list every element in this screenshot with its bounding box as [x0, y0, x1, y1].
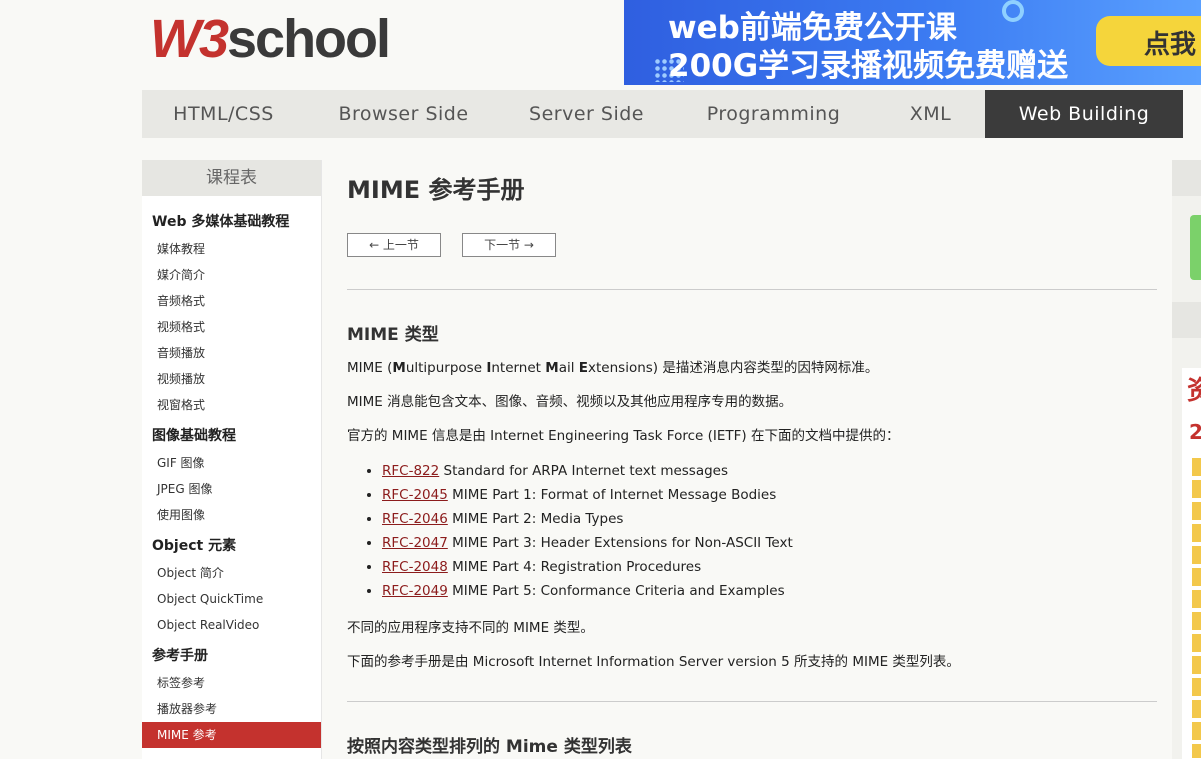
banner-subheadline: 200G学习录播视频免费赠送 [668, 48, 1069, 84]
list-item: RFC-822 Standard for ARPA Internet text … [382, 459, 1157, 483]
right-ad-bars-decoration [1192, 458, 1201, 758]
rfc-822-link[interactable]: RFC-822 [382, 463, 439, 479]
next-section-button[interactable]: 下一节 → [462, 233, 556, 257]
nav-programming[interactable]: Programming [671, 90, 876, 138]
rfc-2048-link[interactable]: RFC-2048 [382, 559, 448, 575]
nav-web-building[interactable]: Web Building [985, 90, 1183, 138]
sidebar-group-object: Object 元素 [152, 538, 237, 554]
sidebar-group-reference: 参考手册 [152, 648, 208, 664]
course-sidebar: 课程表 Web 多媒体基础教程 媒体教程 媒介简介 音频格式 视频格式 音频播放… [142, 160, 322, 759]
sidebar-link-object-intro[interactable]: Object 简介 [142, 560, 321, 586]
sidebar-link-object-quicktime[interactable]: Object QuickTime [142, 586, 321, 612]
green-button-edge[interactable] [1190, 215, 1201, 280]
logo-school: school [227, 9, 391, 69]
ietf-paragraph: 官方的 MIME 信息是由 Internet Engineering Task … [347, 428, 900, 444]
sidebar-link-using-images[interactable]: 使用图像 [142, 502, 321, 528]
list-item: RFC-2048 MIME Part 4: Registration Proce… [382, 555, 1157, 579]
right-sidebar-header [1172, 160, 1201, 196]
sidebar-link-audio-playback[interactable]: 音频播放 [142, 340, 321, 366]
nav-browser-side[interactable]: Browser Side [305, 90, 502, 138]
list-item: RFC-2045 MIME Part 1: Format of Internet… [382, 483, 1157, 507]
nav-xml[interactable]: XML [876, 90, 985, 138]
page-title: MIME 参考手册 [347, 176, 525, 204]
main-nav: HTML/CSS Browser Side Server Side Progra… [142, 90, 1183, 138]
sidebar-heading: 课程表 [142, 160, 321, 196]
list-item: RFC-2049 MIME Part 5: Conformance Criter… [382, 579, 1157, 603]
reference-paragraph: 下面的参考手册是由 Microsoft Internet Information… [347, 654, 960, 670]
list-item: RFC-2046 MIME Part 2: Media Types [382, 507, 1157, 531]
sidebar-link-jpeg[interactable]: JPEG 图像 [142, 476, 321, 502]
sidebar-link-object-realvideo[interactable]: Object RealVideo [142, 612, 321, 638]
list-item: RFC-2047 MIME Part 3: Header Extensions … [382, 531, 1157, 555]
nav-server-side[interactable]: Server Side [502, 90, 671, 138]
divider [347, 289, 1157, 290]
right-ad-text: 资 [1187, 376, 1201, 406]
sidebar-link-player-reference[interactable]: 播放器参考 [142, 696, 321, 722]
rfc-2047-link[interactable]: RFC-2047 [382, 535, 448, 551]
banner-cta-button[interactable]: 点我 [1096, 16, 1201, 66]
sidebar-link-mime-reference[interactable]: MIME 参考 [142, 722, 321, 748]
section-title-mime-list: 按照内容类型排列的 Mime 类型列表 [347, 737, 632, 757]
logo-w3: W3 [150, 9, 229, 69]
main-content: MIME 参考手册 ← 上一节 下一节 → MIME 类型 MIME (Multi… [347, 160, 1157, 757]
sidebar-link-audio-formats[interactable]: 音频格式 [142, 288, 321, 314]
sidebar-group-images: 图像基础教程 [152, 428, 236, 444]
rfc-2045-link[interactable]: RFC-2045 [382, 487, 448, 503]
right-sidebar: 资 2 [1172, 160, 1201, 759]
divider [347, 701, 1157, 702]
right-sidebar-header-2 [1172, 302, 1201, 338]
w3school-logo[interactable]: W3school [150, 9, 391, 69]
right-ad[interactable]: 资 2 [1182, 368, 1201, 759]
sidebar-link-video-formats[interactable]: 视频格式 [142, 314, 321, 340]
sidebar-link-media-intro[interactable]: 媒介简介 [142, 262, 321, 288]
rfc-list: RFC-822 Standard for ARPA Internet text … [347, 459, 1157, 603]
intro-paragraph: MIME (Multipurpose Internet Mail Extensi… [347, 360, 879, 376]
rfc-2046-link[interactable]: RFC-2046 [382, 511, 448, 527]
ad-banner[interactable]: web前端免费公开课 200G学习录播视频免费赠送 点我 [624, 0, 1201, 85]
content-paragraph: MIME 消息能包含文本、图像、音频、视频以及其他应用程序专用的数据。 [347, 394, 793, 410]
sidebar-link-video-playback[interactable]: 视频播放 [142, 366, 321, 392]
banner-ring-decoration [1002, 0, 1024, 22]
section-title-mime-types: MIME 类型 [347, 325, 439, 345]
support-paragraph: 不同的应用程序支持不同的 MIME 类型。 [347, 620, 594, 636]
rfc-2049-link[interactable]: RFC-2049 [382, 583, 448, 599]
sidebar-link-media-tutorial[interactable]: 媒体教程 [142, 236, 321, 262]
sidebar-link-window-formats[interactable]: 视窗格式 [142, 392, 321, 418]
right-ad-number: 2 [1189, 420, 1201, 444]
sidebar-link-tag-reference[interactable]: 标签参考 [142, 670, 321, 696]
pager: ← 上一节 下一节 → [347, 233, 1157, 257]
sidebar-link-gif[interactable]: GIF 图像 [142, 450, 321, 476]
prev-section-button[interactable]: ← 上一节 [347, 233, 441, 257]
nav-html-css[interactable]: HTML/CSS [142, 90, 305, 138]
sidebar-group-multimedia: Web 多媒体基础教程 [152, 214, 290, 230]
